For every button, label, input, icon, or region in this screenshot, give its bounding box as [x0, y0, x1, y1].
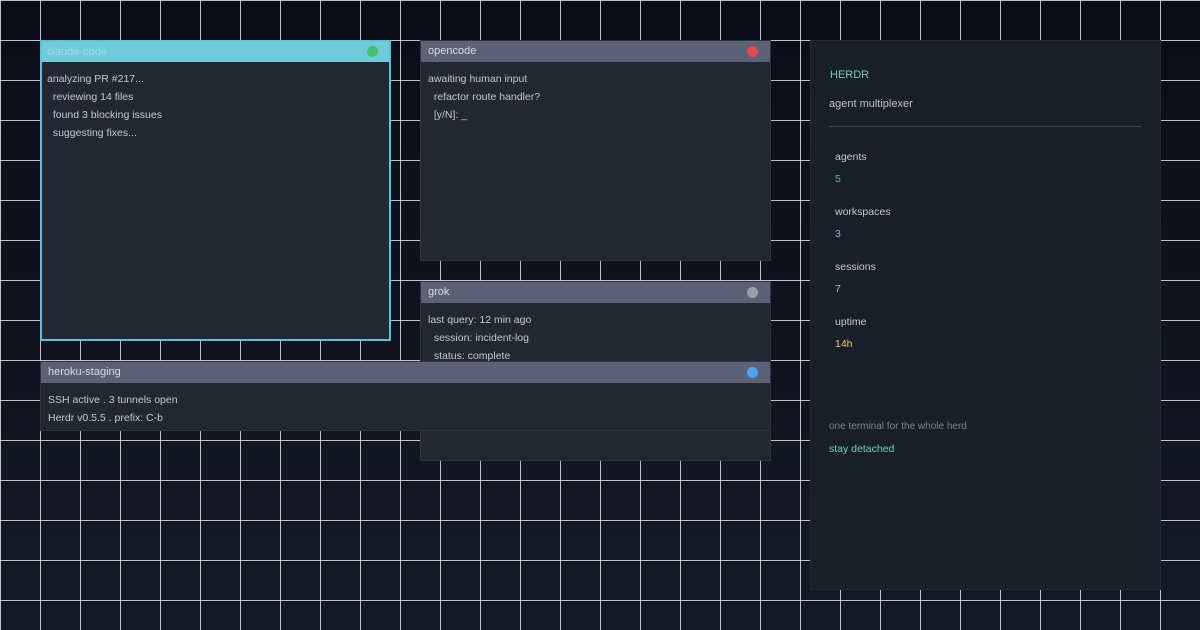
terminal-line: Herdr v0.5.5 . prefix: C-b — [48, 412, 163, 424]
stat-label-uptime: uptime — [835, 316, 867, 328]
pane-title: claude-code — [47, 46, 107, 58]
pane-header-opencode[interactable]: opencode — [421, 41, 770, 62]
terminal-line: last query: 12 min ago — [428, 314, 532, 326]
terminal-line: analyzing PR #217... — [47, 73, 144, 85]
tagline: one terminal for the whole herd — [829, 421, 967, 432]
terminal-line: refactor route handler? — [428, 91, 541, 103]
pane-title: grok — [428, 286, 450, 298]
pane-header-claude-code[interactable]: claude-code — [42, 42, 389, 62]
status-dot-icon — [747, 367, 758, 378]
status-dot-icon — [367, 46, 378, 57]
pane-body-grok[interactable]: last query: 12 min ago session: incident… — [421, 303, 770, 365]
stat-label-agents: agents — [835, 151, 867, 163]
terminal-line: SSH active . 3 tunnels open — [48, 394, 178, 406]
pane-body-heroku-staging[interactable]: SSH active . 3 tunnels open Herdr v0.5.5… — [41, 383, 770, 427]
pane-header-heroku-staging[interactable]: heroku-staging — [41, 362, 770, 383]
info-sidebar: HERDR agent multiplexer agents 5 workspa… — [810, 40, 1161, 590]
pane-header-grok[interactable]: grok — [421, 282, 770, 303]
stat-label-workspaces: workspaces — [835, 206, 891, 218]
stat-value-agents: 5 — [835, 173, 841, 185]
motto: stay detached — [829, 443, 895, 455]
brand-subtitle: agent multiplexer — [829, 98, 913, 110]
stat-value-workspaces: 3 — [835, 228, 841, 240]
terminal-line: reviewing 14 files — [47, 91, 134, 103]
terminal-line: [y/N]: _ — [428, 109, 468, 121]
pane-title: opencode — [428, 45, 477, 57]
pane-claude-code[interactable]: claude-code analyzing PR #217... reviewi… — [40, 40, 391, 341]
pane-opencode[interactable]: opencode awaiting human input refactor r… — [420, 40, 771, 261]
stat-label-sessions: sessions — [835, 261, 876, 273]
terminal-line: found 3 blocking issues — [47, 109, 162, 121]
terminal-line: session: incident-log — [428, 332, 529, 344]
brand-title: HERDR — [830, 69, 870, 81]
pane-body-claude-code[interactable]: analyzing PR #217... reviewing 14 files … — [42, 62, 389, 142]
divider — [829, 126, 1141, 127]
status-dot-icon — [747, 287, 758, 298]
terminal-line: suggesting fixes... — [47, 127, 137, 139]
stat-value-sessions: 7 — [835, 283, 841, 295]
pane-body-opencode[interactable]: awaiting human input refactor route hand… — [421, 62, 770, 124]
terminal-line: awaiting human input — [428, 73, 528, 85]
pane-title: heroku-staging — [48, 366, 121, 378]
pane-heroku-staging[interactable]: heroku-staging SSH active . 3 tunnels op… — [40, 361, 771, 431]
stat-value-uptime: 14h — [835, 338, 853, 350]
status-dot-icon — [747, 46, 758, 57]
